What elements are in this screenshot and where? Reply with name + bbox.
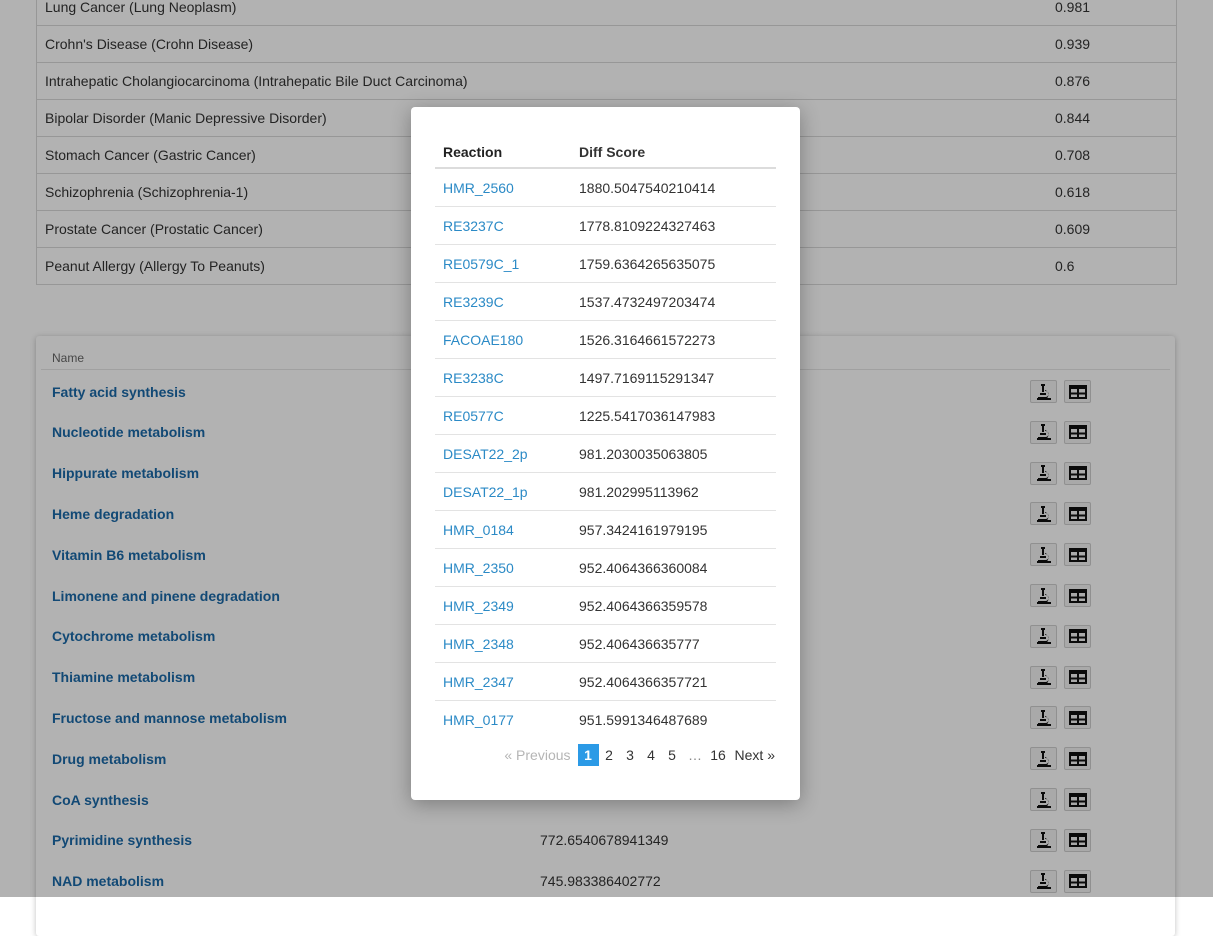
diff-score-value: 952.4064366359578 bbox=[579, 597, 708, 614]
diff-score-value: 1537.4732497203474 bbox=[579, 293, 716, 310]
diff-score-value: 952.406436635777 bbox=[579, 635, 700, 652]
reaction-link[interactable]: HMR_2560 bbox=[435, 180, 579, 196]
reaction-row: HMR_0184 957.3424161979195 bbox=[435, 511, 776, 549]
reaction-link[interactable]: RE0579C_1 bbox=[435, 256, 579, 272]
reaction-link[interactable]: FACOAE180 bbox=[435, 332, 579, 348]
reaction-row: RE3237C 1778.8109224327463 bbox=[435, 207, 776, 245]
page-4[interactable]: 4 bbox=[641, 744, 662, 766]
page-1[interactable]: 1 bbox=[577, 744, 599, 766]
reaction-link[interactable]: HMR_0177 bbox=[435, 712, 579, 728]
reaction-row: RE0579C_1 1759.6364265635075 bbox=[435, 245, 776, 283]
reaction-link[interactable]: HMR_2347 bbox=[435, 674, 579, 690]
reaction-link[interactable]: RE3237C bbox=[435, 218, 579, 234]
reaction-link[interactable]: HMR_0184 bbox=[435, 522, 579, 538]
page-5[interactable]: 5 bbox=[662, 744, 683, 766]
header-diff-score[interactable]: Diff Score bbox=[579, 144, 776, 160]
pagination-next[interactable]: Next » bbox=[735, 747, 775, 763]
reaction-modal: Reaction Diff Score HMR_2560 1880.5047540… bbox=[411, 107, 800, 800]
reaction-row: HMR_2347 952.4064366357721 bbox=[435, 663, 776, 701]
reaction-row: HMR_2560 1880.5047540210414 bbox=[435, 169, 776, 207]
page-2[interactable]: 2 bbox=[599, 744, 620, 766]
diff-score-value: 1225.5417036147983 bbox=[579, 407, 716, 424]
header-reaction[interactable]: Reaction bbox=[435, 144, 579, 160]
diff-score-value: 1497.7169115291347 bbox=[579, 369, 715, 386]
diff-score-value: 981.2030035063805 bbox=[579, 445, 708, 462]
reaction-row: RE3239C 1537.4732497203474 bbox=[435, 283, 776, 321]
reaction-row: HMR_2350 952.4064366360084 bbox=[435, 549, 776, 587]
diff-score-value: 951.5991346487689 bbox=[579, 711, 708, 728]
reaction-link[interactable]: DESAT22_1p bbox=[435, 484, 579, 500]
reaction-link[interactable]: RE3239C bbox=[435, 294, 579, 310]
diff-score-value: 952.4064366360084 bbox=[579, 559, 708, 576]
diff-score-value: 1759.6364265635075 bbox=[579, 255, 716, 272]
reaction-row: RE3238C 1497.7169115291347 bbox=[435, 359, 776, 397]
diff-score-value: 1880.5047540210414 bbox=[579, 179, 716, 196]
reaction-row: RE0577C 1225.5417036147983 bbox=[435, 397, 776, 435]
page-last[interactable]: 16 bbox=[708, 744, 729, 766]
reaction-row: DESAT22_1p 981.202995113962 bbox=[435, 473, 776, 511]
diff-score-value: 1526.3164661572273 bbox=[579, 331, 716, 348]
diff-score-value: 981.202995113962 bbox=[579, 483, 699, 500]
diff-score-value: 1778.8109224327463 bbox=[579, 217, 716, 234]
reaction-link[interactable]: HMR_2348 bbox=[435, 636, 579, 652]
pagination-ellipsis: … bbox=[688, 747, 703, 763]
reaction-row: FACOAE180 1526.3164661572273 bbox=[435, 321, 776, 359]
reaction-row: HMR_0177 951.5991346487689 bbox=[435, 701, 776, 738]
diff-score-value: 952.4064366357721 bbox=[579, 673, 708, 690]
reaction-row: HMR_2349 952.4064366359578 bbox=[435, 587, 776, 625]
reaction-link[interactable]: RE0577C bbox=[435, 408, 579, 424]
reaction-row: DESAT22_2p 981.2030035063805 bbox=[435, 435, 776, 473]
reaction-table-header: Reaction Diff Score bbox=[435, 137, 776, 169]
pagination: « Previous 1 2 3 4 5 … 16 Next » bbox=[504, 743, 775, 767]
diff-score-value: 957.3424161979195 bbox=[579, 521, 708, 538]
page-3[interactable]: 3 bbox=[620, 744, 641, 766]
reaction-table: Reaction Diff Score HMR_2560 1880.5047540… bbox=[435, 137, 776, 738]
reaction-link[interactable]: RE3238C bbox=[435, 370, 579, 386]
reaction-row: HMR_2348 952.406436635777 bbox=[435, 625, 776, 663]
pagination-previous: « Previous bbox=[504, 747, 571, 763]
reaction-link[interactable]: DESAT22_2p bbox=[435, 446, 579, 462]
reaction-link[interactable]: HMR_2350 bbox=[435, 560, 579, 576]
reaction-link[interactable]: HMR_2349 bbox=[435, 598, 579, 614]
